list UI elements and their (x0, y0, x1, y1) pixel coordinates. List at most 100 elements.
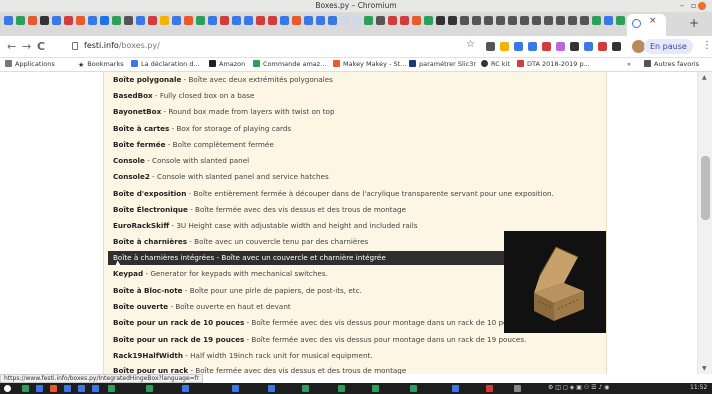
tab-favicon-icon[interactable] (472, 16, 481, 25)
tab-favicon-icon[interactable] (100, 16, 109, 25)
generator-list-item[interactable]: BasedBox - Fully closed box on a base (113, 89, 254, 103)
tab-favicon-icon[interactable] (604, 16, 613, 25)
taskbar-app-icon[interactable] (78, 385, 85, 392)
tab-favicon-icon[interactable] (136, 16, 145, 25)
generator-list-item[interactable]: Boîte pour un rack de 10 pouces - Boîte … (113, 316, 526, 330)
tab-favicon-icon[interactable] (580, 16, 589, 25)
bookmark-item[interactable]: Applications (5, 60, 55, 68)
generator-list-item[interactable]: Keypad - Generator for keypads with mech… (113, 267, 328, 281)
bookmark-item[interactable]: Amazon (209, 60, 245, 68)
extension-icon[interactable] (528, 42, 537, 51)
generator-list-item[interactable]: Rack19HalfWidth - Half width 19inch rack… (113, 349, 373, 363)
generator-list-item[interactable]: Boîte Électronique - Boîte fermée avec d… (113, 203, 406, 217)
tab-favicon-icon[interactable] (112, 16, 121, 25)
profile-pause-button[interactable]: En pause (644, 39, 693, 54)
extension-icon[interactable] (556, 42, 565, 51)
tab-favicon-icon[interactable] (160, 16, 169, 25)
tab-favicon-icon[interactable] (256, 16, 265, 25)
tab-favicon-icon[interactable] (424, 16, 433, 25)
bookmark-item[interactable]: ★ Bookmarks (78, 60, 124, 69)
scroll-up-icon[interactable]: ▲ (702, 74, 707, 81)
taskbar-app-icon[interactable] (22, 385, 29, 392)
tab-favicon-icon[interactable] (568, 16, 577, 25)
new-tab-button[interactable]: + (689, 16, 699, 30)
generator-list-item[interactable]: Console - Console with slanted panel (113, 154, 249, 168)
extension-icon[interactable] (584, 42, 593, 51)
taskbar-app-icon[interactable] (50, 385, 57, 392)
minimize-button[interactable]: – (680, 1, 684, 10)
clock-time[interactable]: 11:52 (690, 384, 707, 391)
taskbar-app-icon[interactable] (146, 385, 153, 392)
tab-favicon-icon[interactable] (244, 16, 253, 25)
extension-icon[interactable] (570, 42, 579, 51)
extension-icon[interactable] (514, 42, 523, 51)
extension-icon[interactable] (486, 42, 495, 51)
tab-favicon-icon[interactable] (484, 16, 493, 25)
extension-icon[interactable] (500, 42, 509, 51)
generator-list-item-hovered[interactable]: Boîte à charnières intégrées - Boîte ave… (108, 251, 504, 265)
taskbar-app-icon[interactable] (338, 385, 345, 392)
generator-list-item[interactable]: Boîte ouverte - Boîte ouverte en haut et… (113, 300, 291, 314)
tab-favicon-icon[interactable] (64, 16, 73, 25)
generator-list-item[interactable]: Boîte polygonale - Boîte avec deux extré… (113, 73, 333, 87)
tab-favicon-icon[interactable] (4, 16, 13, 25)
taskbar-app-icon[interactable] (514, 385, 521, 392)
tab-favicon-icon[interactable] (532, 16, 541, 25)
tab-favicon-icon[interactable] (28, 16, 37, 25)
extensions-puzzle-icon[interactable] (612, 42, 621, 51)
generator-list-item[interactable]: BayonetBox - Round box made from layers … (113, 105, 335, 119)
maximize-button[interactable]: ▫ (691, 1, 696, 10)
taskbar-app-icon[interactable] (182, 385, 189, 392)
tab-favicon-icon[interactable] (376, 16, 385, 25)
reload-button[interactable]: C (37, 40, 45, 53)
tab-favicon-icon[interactable] (316, 16, 325, 25)
tab-favicon-icon[interactable] (436, 16, 445, 25)
tab-favicon-icon[interactable] (556, 16, 565, 25)
page-scrollbar[interactable]: ▲ ▼ (697, 72, 712, 374)
bookmark-item[interactable]: La déclaration d... (131, 60, 200, 68)
taskbar-app-icon[interactable] (108, 385, 115, 392)
system-tray-icons[interactable]: ⚙ ◫ ◻ ◈ ▣ ⚇ ☰ ♪ ◉ (548, 384, 609, 391)
close-tab-icon[interactable]: × (649, 16, 657, 26)
generator-list-item[interactable]: Boîte pour un rack - Boîte fermée avec d… (113, 364, 406, 374)
tab-favicon-icon[interactable] (124, 16, 133, 25)
generator-list-item[interactable]: EuroRackSkiff - 3U Height case with adju… (113, 219, 418, 233)
tab-favicon-icon[interactable] (268, 16, 277, 25)
extension-icon[interactable] (598, 42, 607, 51)
taskbar-app-icon[interactable] (36, 385, 43, 392)
bookmark-item[interactable]: RC kit (481, 60, 510, 68)
bookmark-star-icon[interactable]: ☆ (466, 39, 475, 50)
tab-favicon-icon[interactable] (304, 16, 313, 25)
generator-list-item[interactable]: Boîte à Bloc-note - Boîte pour une pirle… (113, 284, 362, 298)
bookmark-item[interactable]: paramétrer Slic3r (409, 60, 476, 68)
forward-button[interactable]: → (22, 40, 31, 53)
taskbar-app-icon[interactable] (268, 385, 275, 392)
tab-favicon-icon[interactable] (460, 16, 469, 25)
tab-favicon-icon[interactable] (400, 16, 409, 25)
tab-favicon-icon[interactable] (196, 16, 205, 25)
taskbar-app-icon[interactable] (410, 385, 417, 392)
tab-favicon-icon[interactable] (208, 16, 217, 25)
tab-favicon-icon[interactable] (364, 16, 373, 25)
tab-favicon-icon[interactable] (448, 16, 457, 25)
tab-favicon-icon[interactable] (616, 16, 625, 25)
bookmark-item[interactable]: Commande amaz... (253, 60, 326, 68)
tab-favicon-icon[interactable] (16, 16, 25, 25)
scroll-down-icon[interactable]: ▼ (702, 365, 707, 372)
tab-favicon-icon[interactable] (232, 16, 241, 25)
tab-favicon-icon[interactable] (220, 16, 229, 25)
taskbar-app-icon[interactable] (64, 385, 71, 392)
scrollbar-thumb[interactable] (701, 156, 710, 220)
tab-favicon-icon[interactable] (340, 16, 349, 25)
tab-favicon-icon[interactable] (544, 16, 553, 25)
back-button[interactable]: ← (7, 40, 16, 53)
tab-favicon-icon[interactable] (184, 16, 193, 25)
taskbar-app-icon[interactable] (92, 385, 99, 392)
tab-favicon-icon[interactable] (280, 16, 289, 25)
bookmarks-overflow-button[interactable]: » (627, 60, 631, 68)
taskbar-app-icon[interactable] (452, 385, 459, 392)
tab-favicon-icon[interactable] (388, 16, 397, 25)
tab-favicon-icon[interactable] (148, 16, 157, 25)
generator-list-item[interactable]: Boîte à charnières - Boîte avec un couve… (113, 235, 368, 249)
tab-favicon-icon[interactable] (292, 16, 301, 25)
